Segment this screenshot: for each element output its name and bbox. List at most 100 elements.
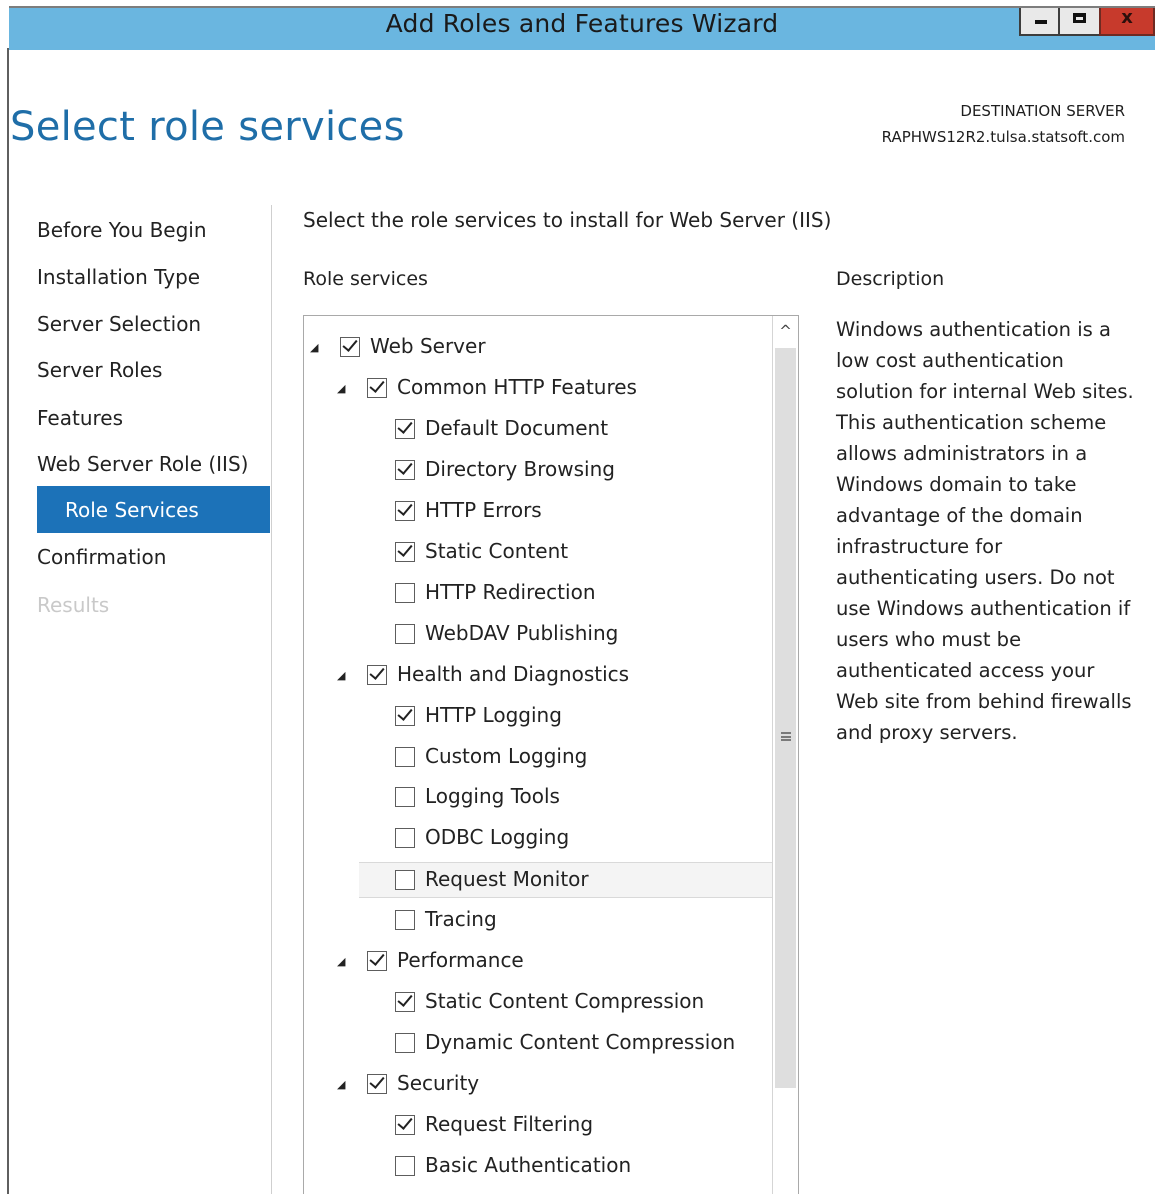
chevron-up-icon[interactable]: ^ [773, 316, 798, 346]
check-icon [369, 663, 385, 680]
title-bar[interactable]: Add Roles and Features Wizard x [9, 6, 1155, 50]
checkbox-tracing[interactable] [395, 910, 415, 931]
minimize-icon [1035, 20, 1047, 24]
destination-server-label: DESTINATION SERVER [960, 102, 1125, 120]
tree-row-dynamic-content-compression[interactable]: Dynamic Content Compression [304, 1026, 774, 1062]
checkbox-security[interactable] [367, 1073, 387, 1095]
checkbox-request-filtering[interactable] [395, 1114, 415, 1136]
tree-row-http-errors[interactable]: HTTP Errors [304, 494, 774, 530]
check-icon [397, 991, 413, 1008]
nav-item-web-server-role[interactable]: Web Server Role (IIS) [37, 452, 248, 476]
expand-arrow-icon[interactable]: ◢ [337, 669, 349, 682]
expand-arrow-icon[interactable]: ◢ [337, 382, 349, 395]
nav-item-installation-type[interactable]: Installation Type [37, 265, 200, 289]
scroll-grip-icon [781, 732, 791, 741]
checkbox-default-document[interactable] [395, 417, 415, 439]
check-icon [397, 458, 413, 475]
tree-row-odbc-logging[interactable]: ODBC Logging [304, 821, 774, 857]
tree-item-label: Dynamic Content Compression [425, 1030, 736, 1055]
check-icon [397, 704, 413, 721]
tree-row-web-server[interactable]: ◢ Web Server [304, 330, 774, 366]
tree-item-label: Static Content Compression [425, 989, 705, 1014]
checkbox-static-content[interactable] [395, 540, 415, 562]
tree-row-static-content-compression[interactable]: Static Content Compression [304, 985, 774, 1021]
tree-item-label: Tracing [425, 907, 497, 932]
tree-row-health-and-diagnostics[interactable]: ◢ Health and Diagnostics [304, 658, 774, 694]
checkbox-odbc-logging[interactable] [395, 828, 415, 849]
tree-row-basic-authentication[interactable]: Basic Authentication [304, 1149, 774, 1185]
nav-selected-highlight[interactable]: Role Services [37, 486, 270, 533]
tree-row-default-document[interactable]: Default Document [304, 412, 774, 448]
tree-item-label: Static Content [425, 538, 569, 563]
role-services-tree[interactable]: ◢ Web Server ◢ Common HTTP Features Default … [303, 315, 799, 1194]
expand-arrow-icon[interactable]: ◢ [310, 342, 322, 354]
checkbox-static-content-compression[interactable] [395, 991, 415, 1013]
tree-item-label: Performance [397, 948, 524, 973]
checkbox-common-http-features[interactable] [367, 377, 387, 398]
expand-arrow-icon[interactable]: ◢ [337, 1079, 349, 1091]
checkbox-logging-tools[interactable] [395, 787, 415, 808]
tree-item-label: Basic Authentication [425, 1153, 632, 1177]
description-text: Windows authentication is a low cost aut… [836, 318, 1134, 744]
check-icon [397, 417, 413, 434]
nav-item-features[interactable]: Features [37, 406, 123, 430]
checkbox-health-and-diagnostics[interactable] [367, 663, 387, 685]
scroll-thumb[interactable] [775, 348, 796, 1088]
nav-item-confirmation[interactable]: Confirmation [37, 545, 166, 569]
tree-row-tracing[interactable]: Tracing [304, 903, 774, 939]
tree-row-webdav-publishing[interactable]: WebDAV Publishing [304, 617, 774, 653]
window-controls: x [1019, 8, 1155, 36]
page-title: Select role services [10, 104, 405, 150]
minimize-button[interactable] [1019, 8, 1059, 36]
checkbox-performance[interactable] [367, 950, 387, 972]
maximize-button[interactable] [1059, 8, 1099, 36]
tree-row-directory-browsing[interactable]: Directory Browsing [304, 453, 774, 489]
tree-row-logging-tools[interactable]: Logging Tools [304, 780, 774, 816]
checkbox-web-server[interactable] [340, 336, 360, 357]
tree-row-static-content[interactable]: Static Content [304, 535, 774, 571]
tree-row-security[interactable]: ◢ Security [304, 1067, 774, 1103]
tree-item-label: Web Server [370, 334, 486, 358]
destination-server-name: RAPHWS12R2.tulsa.statsoft.com [881, 128, 1125, 146]
tree-item-label: Request Monitor [425, 867, 589, 892]
tree-row-request-monitor[interactable]: Request Monitor [359, 862, 774, 899]
nav-item-results: Results [37, 593, 110, 617]
tree-item-label: Directory Browsing [425, 456, 615, 481]
tree-item-label: Security [397, 1071, 480, 1096]
close-button[interactable]: x [1099, 8, 1155, 36]
nav-divider [271, 205, 272, 1194]
check-icon [397, 499, 413, 516]
checkbox-request-monitor[interactable] [395, 870, 415, 891]
window-title: Add Roles and Features Wizard [385, 9, 779, 38]
check-icon [369, 950, 385, 967]
window-frame-left [7, 48, 9, 1194]
expand-arrow-icon[interactable]: ◢ [337, 956, 349, 968]
tree-row-http-logging[interactable]: HTTP Logging [304, 699, 774, 735]
nav-item-server-roles[interactable]: Server Roles [37, 358, 162, 382]
checkbox-dynamic-content-compression[interactable] [395, 1033, 415, 1054]
tree-row-performance[interactable]: ◢ Performance [304, 944, 774, 980]
role-services-heading: Role services [303, 268, 428, 290]
instruction-text: Select the role services to install for … [303, 208, 832, 232]
tree-row-custom-logging[interactable]: Custom Logging [304, 740, 774, 776]
tree-row-request-filtering[interactable]: Request Filtering [304, 1108, 774, 1144]
check-icon [397, 540, 413, 557]
checkbox-http-redirection[interactable] [395, 582, 415, 603]
checkbox-directory-browsing[interactable] [395, 458, 415, 480]
vertical-scrollbar[interactable]: ^ [772, 316, 798, 1194]
nav-item-server-selection[interactable]: Server Selection [37, 312, 201, 336]
tree-item-label: HTTP Logging [425, 702, 562, 727]
checkbox-http-errors[interactable] [395, 499, 415, 521]
tree-item-label: ODBC Logging [425, 825, 570, 850]
tree-item-label: Logging Tools [425, 784, 560, 809]
tree-row-http-redirection[interactable]: HTTP Redirection [304, 576, 774, 612]
description-heading: Description [836, 268, 945, 290]
nav-item-role-services: Role Services [65, 498, 199, 522]
tree-row-common-http-features[interactable]: ◢ Common HTTP Features [304, 371, 774, 407]
checkbox-basic-authentication[interactable] [395, 1156, 415, 1176]
checkbox-custom-logging[interactable] [395, 746, 415, 767]
checkbox-webdav-publishing[interactable] [395, 623, 415, 644]
nav-item-before-you-begin[interactable]: Before You Begin [37, 218, 207, 242]
checkbox-http-logging[interactable] [395, 704, 415, 726]
check-icon [369, 1073, 385, 1090]
